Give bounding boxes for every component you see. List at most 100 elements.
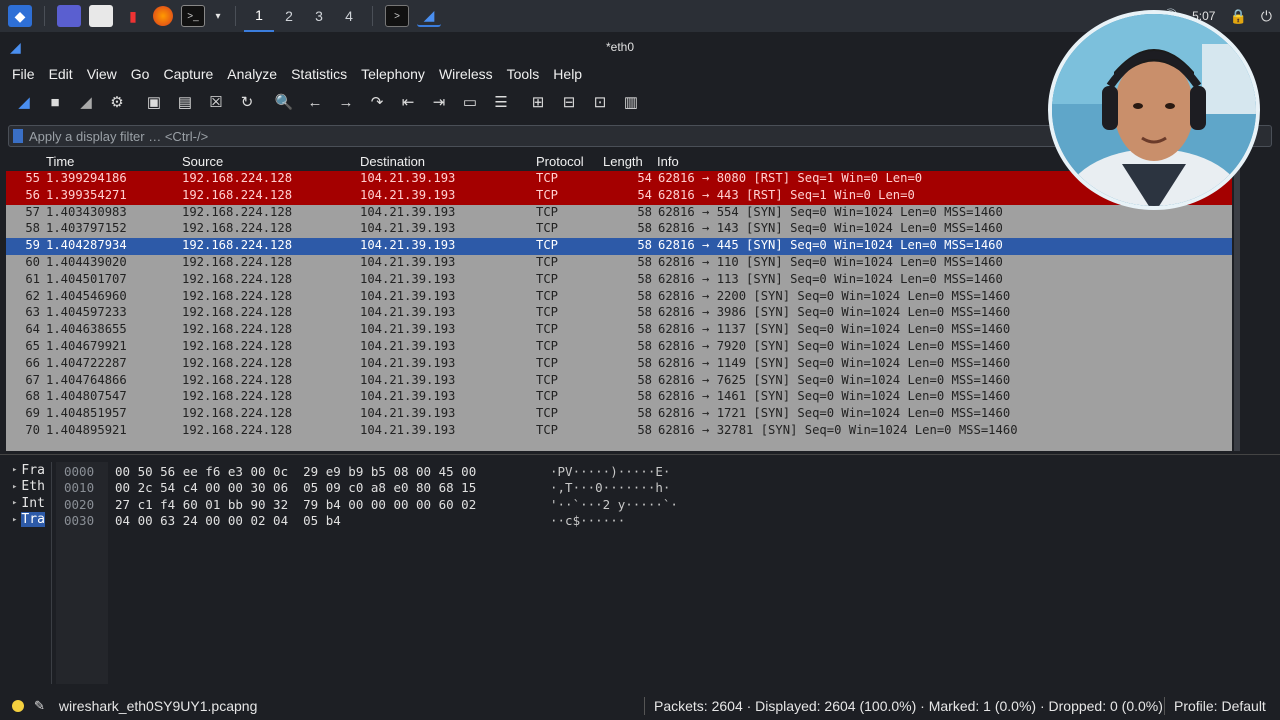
packet-row[interactable]: 64 1.404638655 192.168.224.128 104.21.39.19…	[6, 322, 1232, 339]
taskbar-separator	[235, 6, 236, 26]
edit-comment-icon[interactable]: ✎	[34, 698, 45, 714]
workspace-1[interactable]: 1	[244, 0, 274, 32]
normal-size-icon[interactable]: ⊡	[588, 91, 612, 113]
packet-cell-src: 192.168.224.128	[182, 271, 293, 286]
menu-go[interactable]: Go	[131, 66, 150, 82]
detail-label: Int	[21, 495, 45, 511]
packet-row[interactable]: 69 1.404851957 192.168.224.128 104.21.39.19…	[6, 406, 1232, 423]
capture-status-icon[interactable]	[12, 700, 24, 712]
detail-frame[interactable]: ▸ Fra	[6, 462, 51, 479]
packet-cell-info: 62816 → 113 [SYN] Seq=0 Win=1024 Len=0 M…	[658, 271, 1003, 286]
packet-cell-no: 68	[25, 389, 40, 404]
expand-arrow-icon[interactable]: ▸	[12, 515, 17, 525]
taskbar-separator	[372, 6, 373, 26]
packet-row[interactable]: 70 1.404895921 192.168.224.128 104.21.39.19…	[6, 423, 1232, 440]
firefox-icon[interactable]	[153, 6, 173, 26]
profile-label[interactable]: Profile: Default	[1174, 698, 1266, 714]
packet-row[interactable]: 55 1.399294186 192.168.224.128 104.21.39.19…	[6, 171, 1232, 188]
autoscroll-icon[interactable]: ▭	[458, 91, 482, 113]
back-arrow-icon[interactable]: ←	[303, 91, 327, 113]
packet-cell-time: 1.399294186	[46, 171, 127, 185]
stop-icon[interactable]: ■	[43, 91, 67, 113]
go-to-packet-icon[interactable]: ↷	[365, 91, 389, 113]
col-header-protocol[interactable]: Protocol	[536, 154, 584, 169]
workspace-3[interactable]: 3	[304, 0, 334, 32]
open-icon[interactable]: ▣	[142, 91, 166, 113]
col-header-destination[interactable]: Destination	[360, 154, 425, 169]
packet-cell-src: 192.168.224.128	[182, 221, 293, 236]
first-packet-icon[interactable]: ⇤	[396, 91, 420, 113]
menu-analyze[interactable]: Analyze	[227, 66, 277, 82]
packet-row[interactable]: 60 1.404439020 192.168.224.128 104.21.39.19…	[6, 255, 1232, 272]
col-header-info[interactable]: Info	[657, 154, 679, 169]
bytes-ascii: ··c$······	[550, 512, 626, 528]
zoom-out-icon[interactable]: ⊟	[557, 91, 581, 113]
detail-ip[interactable]: ▸ Int	[6, 495, 51, 512]
workspace-2[interactable]: 2	[274, 0, 304, 32]
bookmark-icon[interactable]	[13, 129, 23, 143]
wireshark-window-icon[interactable]: ◢	[417, 5, 441, 27]
col-header-source[interactable]: Source	[182, 154, 223, 169]
menu-wireless[interactable]: Wireless	[439, 66, 493, 82]
restart-icon[interactable]: ◢	[74, 91, 98, 113]
terminal-window-icon[interactable]: >	[385, 5, 409, 27]
packet-row[interactable]: 58 1.403797152 192.168.224.128 104.21.39.19…	[6, 221, 1232, 238]
reload-icon[interactable]: ↻	[235, 91, 259, 113]
menu-telephony[interactable]: Telephony	[361, 66, 425, 82]
chevron-down-icon[interactable]: ▾	[213, 5, 223, 27]
kali-menu-icon[interactable]: ◆	[8, 5, 32, 27]
options-gear-icon[interactable]: ⚙	[105, 91, 129, 113]
packet-row[interactable]: 68 1.404807547 192.168.224.128 104.21.39.19…	[6, 389, 1232, 406]
packet-cell-info: 62816 → 1149 [SYN] Seq=0 Win=1024 Len=0 …	[658, 355, 1011, 370]
webcam-overlay	[1048, 10, 1260, 210]
packet-row[interactable]: 59 1.404287934 192.168.224.128 104.21.39.19…	[6, 238, 1232, 255]
power-icon[interactable]: ⏻	[1261, 8, 1272, 25]
display-filter-input[interactable]	[29, 128, 1029, 144]
menu-capture[interactable]: Capture	[163, 66, 213, 82]
zoom-in-icon[interactable]: ⊞	[526, 91, 550, 113]
expand-arrow-icon[interactable]: ▸	[12, 498, 17, 508]
expand-arrow-icon[interactable]: ▸	[12, 465, 17, 475]
expand-arrow-icon[interactable]: ▸	[12, 482, 17, 492]
menu-edit[interactable]: Edit	[49, 66, 73, 82]
forward-arrow-icon[interactable]: →	[334, 91, 358, 113]
packet-row[interactable]: 66 1.404722287 192.168.224.128 104.21.39.19…	[6, 356, 1232, 373]
packet-row[interactable]: 57 1.403430983 192.168.224.128 104.21.39.19…	[6, 205, 1232, 222]
close-file-icon[interactable]: ☒	[204, 91, 228, 113]
packet-row[interactable]: 56 1.399354271 192.168.224.128 104.21.39.19…	[6, 187, 1232, 205]
packet-list-header: Time Source Destination Protocol Length …	[6, 153, 1232, 171]
packet-row[interactable]: 63 1.404597233 192.168.224.128 104.21.39.19…	[6, 305, 1232, 322]
file-manager-icon[interactable]	[89, 5, 113, 27]
menu-help[interactable]: Help	[553, 66, 582, 82]
packet-cell-proto: TCP	[536, 322, 559, 337]
colorize-icon[interactable]: ☰	[489, 91, 513, 113]
bytes-offset: 0030	[64, 512, 95, 528]
workspace-4[interactable]: 4	[334, 0, 364, 32]
shark-fin-icon[interactable]: ◢	[12, 91, 36, 113]
col-header-time[interactable]: Time	[46, 154, 74, 169]
lock-icon[interactable]: 🔒	[1229, 8, 1246, 25]
save-icon[interactable]: ▤	[173, 91, 197, 113]
packet-row[interactable]: 65 1.404679921 192.168.224.128 104.21.39.19…	[6, 339, 1232, 356]
text-editor-icon[interactable]: ▮	[121, 5, 145, 27]
pane-splitter[interactable]	[0, 454, 1280, 460]
packet-cell-no: 63	[25, 305, 40, 320]
packet-row[interactable]: 61 1.404501707 192.168.224.128 104.21.39.19…	[6, 272, 1232, 289]
detail-ethernet[interactable]: ▸ Eth	[6, 479, 51, 496]
menu-tools[interactable]: Tools	[507, 66, 540, 82]
menu-view[interactable]: View	[87, 66, 117, 82]
packet-row[interactable]: 67 1.404764866 192.168.224.128 104.21.39.19…	[6, 373, 1232, 390]
col-header-length[interactable]: Length	[603, 154, 643, 169]
menu-statistics[interactable]: Statistics	[291, 66, 347, 82]
terminal-icon[interactable]: >_	[181, 5, 205, 27]
menu-file[interactable]: File	[12, 66, 35, 82]
packet-list-scrollbar[interactable]	[1234, 153, 1240, 451]
packet-row[interactable]: 62 1.404546960 192.168.224.128 104.21.39.19…	[6, 289, 1232, 306]
packet-cell-len: 58	[637, 338, 652, 353]
packet-cell-no: 69	[25, 406, 40, 421]
resize-columns-icon[interactable]: ▥	[619, 91, 643, 113]
last-packet-icon[interactable]: ⇥	[427, 91, 451, 113]
desktop-icon[interactable]	[57, 5, 81, 27]
search-icon[interactable]: 🔍	[272, 91, 296, 113]
detail-tcp[interactable]: ▸ Tra	[6, 512, 51, 529]
